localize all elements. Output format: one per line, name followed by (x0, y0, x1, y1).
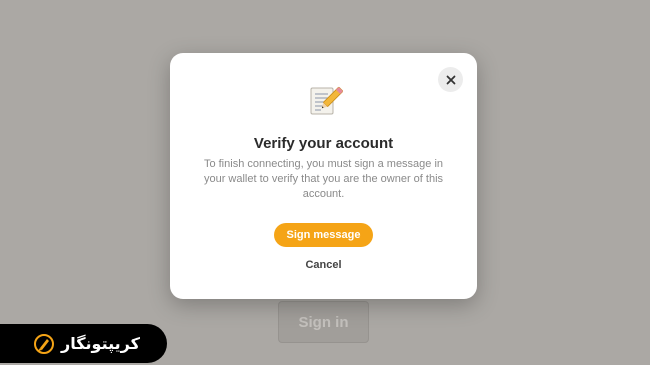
sign-message-label: Sign message (286, 229, 361, 241)
verify-account-dialog: Verify your account To finish connecting… (170, 53, 477, 299)
dialog-description: To finish connecting, you must sign a me… (203, 158, 444, 200)
sign-in-label: Sign in (298, 313, 349, 331)
sign-message-button[interactable]: Sign message (274, 223, 373, 247)
cancel-button[interactable]: Cancel (170, 259, 477, 271)
close-icon (446, 75, 455, 84)
brand-name: کریپتونگار (61, 334, 140, 353)
sign-in-button: Sign in (278, 301, 369, 343)
dialog-title: Verify your account (253, 135, 394, 152)
bitcoin-pen-logo (34, 333, 54, 354)
document-pencil-icon (310, 86, 343, 115)
close-button[interactable] (438, 67, 463, 92)
brand-watermark: کریپتونگار (0, 324, 167, 363)
